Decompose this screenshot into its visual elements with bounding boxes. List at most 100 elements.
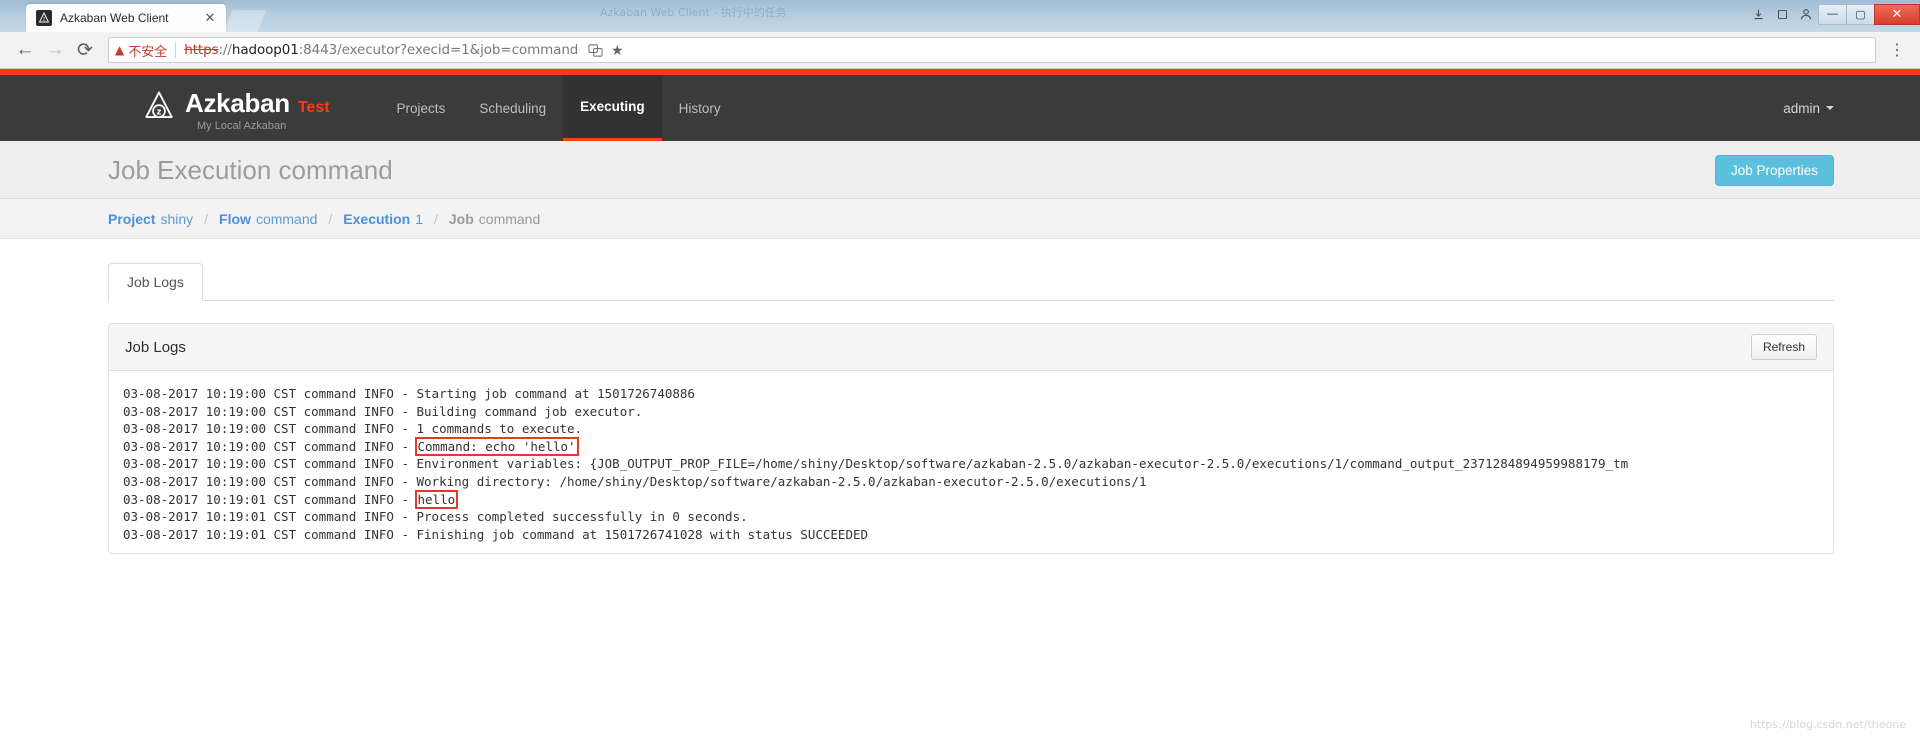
log-line: 03-08-2017 10:19:00 CST command INFO - C… — [109, 436, 1833, 456]
breadcrumb-separator-1: / — [204, 210, 209, 227]
content-tabs: Job Logs — [108, 263, 1834, 301]
log-line-prefix: 03-08-2017 10:19:01 CST command INFO - — [123, 526, 417, 542]
url-path: :8443/executor?execid=1&job=command — [298, 42, 579, 58]
breadcrumb-separator-3: / — [434, 210, 438, 227]
azkaban-logo-icon: z — [142, 89, 176, 128]
log-line: 03-08-2017 10:19:00 CST command INFO - W… — [109, 473, 1833, 491]
translate-icon[interactable] — [584, 39, 606, 61]
browser-tab[interactable]: z Azkaban Web Client ✕ — [26, 4, 226, 32]
log-line-message: Process completed successfully in 0 seco… — [416, 509, 748, 525]
log-line: 03-08-2017 10:19:00 CST command INFO - B… — [109, 403, 1833, 421]
nav-item-projects[interactable]: Projects — [380, 75, 463, 141]
warning-triangle-icon: ▲ — [115, 43, 125, 57]
log-line-prefix: 03-08-2017 10:19:00 CST command INFO - — [123, 421, 417, 437]
page-title: Job Execution command — [108, 155, 393, 185]
window-controls: — ▢ ✕ — [1747, 0, 1920, 28]
tab-close-icon[interactable]: ✕ — [202, 10, 218, 26]
browser-window: Azkaban Web Client - 执行中的任务 z Azkaban We… — [0, 0, 1920, 737]
brand-line: Azkaban Test — [185, 88, 330, 119]
log-line-message: Environment variables: {JOB_OUTPUT_PROP_… — [416, 456, 1629, 472]
nav-item-scheduling[interactable]: Scheduling — [462, 75, 563, 141]
browser-toolbar: ← → ⟳ ▲ 不安全 https://hadoop01:8443/execut… — [0, 32, 1920, 69]
address-bar[interactable]: ▲ 不安全 https://hadoop01:8443/executor?exe… — [108, 37, 1876, 63]
url-text: https://hadoop01:8443/executor?execid=1&… — [184, 42, 578, 58]
job-properties-button[interactable]: Job Properties — [1714, 155, 1834, 186]
log-line-prefix: 03-08-2017 10:19:01 CST command INFO - — [123, 509, 417, 525]
breadcrumb-label-project: Project — [108, 210, 156, 227]
window-restore-icon[interactable] — [1771, 4, 1793, 24]
breadcrumb-label-job: Job — [448, 210, 474, 227]
brand-name: Azkaban — [185, 88, 290, 118]
log-line-prefix: 03-08-2017 10:19:00 CST command INFO - — [123, 473, 417, 489]
breadcrumb-item-job: Job command — [449, 211, 540, 227]
omnibox-actions: ★ — [584, 39, 628, 61]
security-warning-label: 不安全 — [128, 44, 168, 60]
browser-titlebar: Azkaban Web Client - 执行中的任务 z Azkaban We… — [0, 0, 1920, 32]
log-line: 03-08-2017 10:19:00 CST command INFO - E… — [109, 455, 1833, 473]
log-line: 03-08-2017 10:19:01 CST command INFO - h… — [109, 489, 1833, 509]
bookmark-star-icon[interactable]: ★ — [606, 39, 628, 61]
downloads-icon[interactable] — [1747, 4, 1769, 24]
brand-text: Azkaban Test My Local Azkaban — [185, 84, 330, 132]
log-line-message: Building command job executor. — [416, 403, 643, 419]
security-warning[interactable]: ▲ 不安全 — [115, 41, 167, 60]
log-line-message: Finishing job command at 1501726741028 w… — [416, 526, 869, 542]
log-line-prefix: 03-08-2017 10:19:01 CST command INFO - — [123, 491, 417, 507]
reload-button[interactable]: ⟳ — [70, 35, 100, 65]
log-line: 03-08-2017 10:19:00 CST command INFO - 1… — [109, 420, 1833, 438]
breadcrumb-item-flow[interactable]: Flow command — [219, 211, 317, 227]
breadcrumb-item-project[interactable]: Project shiny — [108, 211, 193, 227]
breadcrumb-value-job: command — [478, 210, 541, 227]
brand-tag: Test — [297, 99, 330, 116]
refresh-button[interactable]: Refresh — [1750, 334, 1817, 360]
breadcrumb-value-flow: command — [255, 210, 318, 227]
nav-item-executing[interactable]: Executing — [563, 75, 662, 141]
log-line-message: Starting job command at 1501726740886 — [416, 386, 695, 401]
svg-text:z: z — [43, 17, 46, 23]
user-menu[interactable]: admin — [1783, 75, 1834, 141]
job-logs-output[interactable]: 03-08-2017 10:19:00 CST command INFO - S… — [109, 371, 1833, 553]
log-line: 03-08-2017 10:19:00 CST command INFO - S… — [109, 385, 1833, 403]
log-line-message-highlighted: hello — [414, 489, 459, 509]
log-line: 03-08-2017 10:19:01 CST command INFO - P… — [109, 508, 1833, 526]
breadcrumb-value-execution: 1 — [415, 210, 423, 227]
chevron-down-icon — [1826, 106, 1834, 110]
job-logs-panel-title: Job Logs — [125, 338, 186, 356]
titlebar-ghost-text: Azkaban Web Client - 执行中的任务 — [600, 6, 787, 19]
log-line-prefix: 03-08-2017 10:19:00 CST command INFO - — [123, 438, 417, 454]
log-line-prefix: 03-08-2017 10:19:00 CST command INFO - — [123, 456, 417, 472]
forward-button[interactable]: → — [40, 35, 70, 65]
new-tab-button[interactable] — [223, 10, 267, 32]
user-menu-label: admin — [1783, 100, 1820, 116]
log-line-message: Working directory: /home/shiny/Desktop/s… — [416, 473, 1147, 489]
back-button[interactable]: ← — [10, 35, 40, 65]
breadcrumb-separator-2: / — [328, 210, 333, 227]
job-logs-panel-header: Job Logs Refresh — [109, 324, 1833, 371]
breadcrumb-item-execution[interactable]: Execution 1 — [343, 211, 423, 227]
log-line: 03-08-2017 10:19:01 CST command INFO - F… — [109, 526, 1833, 544]
breadcrumb-label-flow: Flow — [219, 210, 251, 227]
window-close-button[interactable]: ✕ — [1874, 3, 1920, 25]
url-host: hadoop01 — [231, 42, 299, 58]
breadcrumb-value-project: shiny — [160, 210, 194, 227]
breadcrumb: Project shiny / Flow command / Execution… — [0, 199, 1920, 239]
log-line-prefix: 03-08-2017 10:19:00 CST command INFO - — [123, 386, 417, 401]
url-scheme: https — [184, 42, 219, 58]
window-maximize-button[interactable]: ▢ — [1846, 3, 1875, 25]
url-scheme-suffix: :// — [218, 42, 232, 58]
omnibox-divider — [175, 42, 177, 58]
tab-job-logs[interactable]: Job Logs — [108, 263, 203, 301]
browser-tab-title: Azkaban Web Client — [60, 11, 169, 25]
brand[interactable]: z Azkaban Test My Local Azkaban — [0, 75, 330, 141]
azkaban-main-menu: Projects Scheduling Executing History — [380, 75, 738, 141]
window-minimize-button[interactable]: — — [1818, 3, 1847, 25]
watermark: https://blog.csdn.net/theone — [1749, 718, 1906, 731]
breadcrumb-label-execution: Execution — [343, 210, 411, 227]
nav-item-history[interactable]: History — [662, 75, 738, 141]
browser-menu-icon[interactable]: ⋮ — [1884, 36, 1910, 64]
job-logs-panel: Job Logs Refresh 03-08-2017 10:19:00 CST… — [108, 323, 1834, 555]
svg-text:z: z — [157, 107, 162, 117]
azkaban-favicon-icon: z — [36, 10, 52, 26]
brand-subtitle: My Local Azkaban — [197, 120, 287, 132]
user-account-icon[interactable] — [1795, 4, 1817, 24]
